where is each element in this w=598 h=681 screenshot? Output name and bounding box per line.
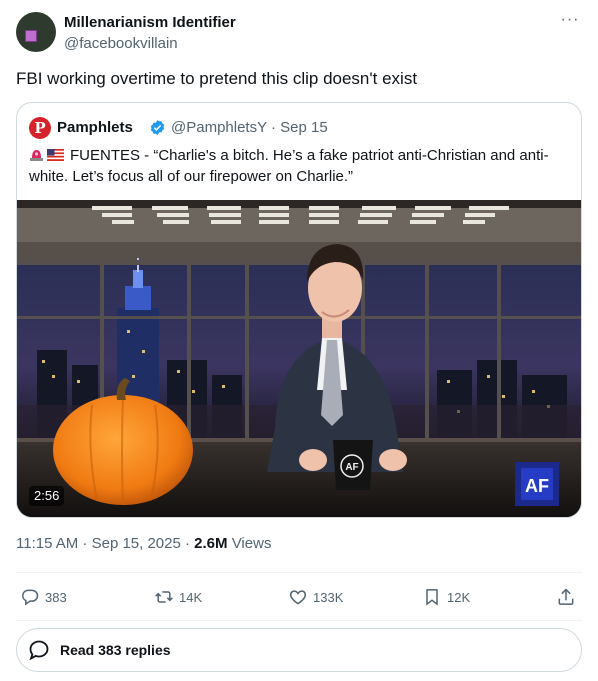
tweet-text: FBI working overtime to pretend this cli… bbox=[16, 69, 418, 88]
views-label: Views bbox=[227, 535, 272, 552]
verified-badge-icon bbox=[150, 120, 165, 135]
reply-button[interactable]: 383 bbox=[20, 585, 67, 609]
author-avatar[interactable] bbox=[16, 12, 56, 52]
read-replies-button[interactable]: Read 383 replies bbox=[16, 628, 582, 672]
action-bar: 383 14K 133K 12K bbox=[16, 585, 582, 609]
replies-bubble-icon bbox=[29, 640, 49, 661]
bookmark-icon bbox=[426, 589, 438, 606]
quoted-tweet-header: P Pamphlets @PamphletsY · Sep 15 bbox=[29, 117, 569, 141]
bookmark-count: 12K bbox=[447, 589, 471, 605]
author-handle[interactable]: @facebookvillain bbox=[64, 35, 178, 52]
views-count: 2.6M bbox=[194, 535, 228, 552]
video-corner-logo: AF bbox=[525, 476, 549, 496]
share-button[interactable] bbox=[556, 585, 581, 609]
tweet-header: Millenarianism Identifier @facebookvilla… bbox=[16, 12, 582, 54]
divider bbox=[16, 620, 582, 621]
read-replies-label: Read 383 replies bbox=[60, 642, 171, 658]
repost-icon bbox=[155, 591, 173, 603]
mug-logo: AF bbox=[345, 462, 358, 473]
us-flag-emoji-icon bbox=[47, 149, 64, 161]
repost-count: 14K bbox=[179, 589, 203, 605]
divider bbox=[16, 572, 582, 573]
more-options-icon[interactable]: ··· bbox=[558, 12, 582, 32]
reply-icon bbox=[22, 589, 39, 606]
reply-count: 383 bbox=[45, 589, 67, 605]
heart-icon bbox=[289, 590, 307, 605]
like-button[interactable]: 133K bbox=[288, 585, 343, 609]
author-name[interactable]: Millenarianism Identifier bbox=[64, 14, 236, 31]
video-player[interactable]: AF AF 2:56 bbox=[17, 200, 581, 517]
quoted-author-avatar[interactable]: P bbox=[29, 117, 51, 139]
quoted-handle-date[interactable]: @PamphletsY · Sep 15 bbox=[171, 119, 328, 136]
quoted-tweet[interactable]: P Pamphlets @PamphletsY · Sep 15 FUENTES… bbox=[16, 102, 582, 518]
like-count: 133K bbox=[313, 589, 344, 605]
quoted-author-name[interactable]: Pamphlets bbox=[57, 119, 133, 136]
quoted-tweet-text: FUENTES - “Charlie's a bitch. He’s a fak… bbox=[29, 145, 569, 187]
tweet-meta: 11:15 AM · Sep 15, 2025 · 2.6M Views bbox=[16, 535, 271, 552]
video-duration-badge: 2:56 bbox=[29, 486, 65, 506]
video-frame: AF AF bbox=[17, 200, 581, 517]
siren-emoji-icon bbox=[30, 150, 43, 161]
tweet-timestamp[interactable]: 11:15 AM · Sep 15, 2025 · bbox=[16, 535, 194, 552]
quoted-text-body: FUENTES - “Charlie's a bitch. He’s a fak… bbox=[29, 147, 549, 185]
share-icon bbox=[558, 588, 574, 605]
bookmark-button[interactable]: 12K bbox=[422, 585, 470, 609]
repost-button[interactable]: 14K bbox=[154, 585, 202, 609]
